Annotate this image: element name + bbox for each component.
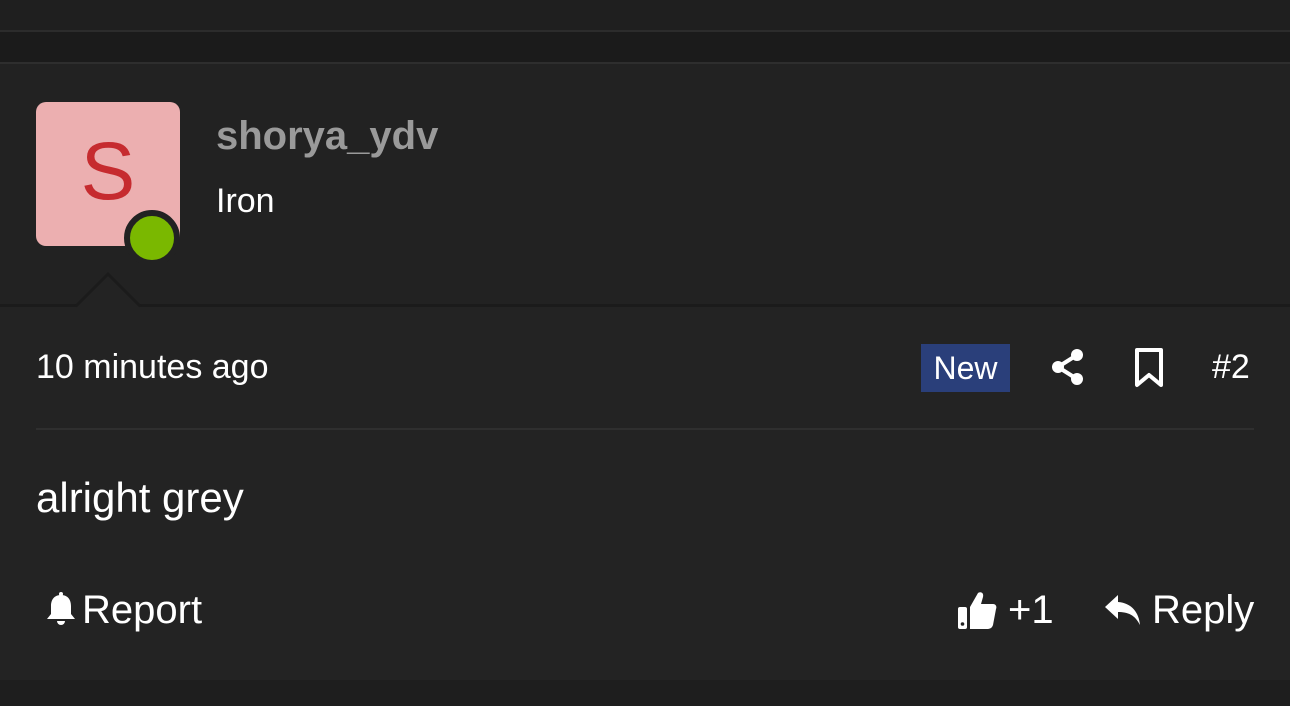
reply-button[interactable]: Reply xyxy=(1104,586,1254,634)
divider xyxy=(36,428,1254,430)
bottom-strip xyxy=(0,680,1290,706)
thumbs-up-icon xyxy=(958,592,997,629)
post-author-header: S shorya_ydv Iron xyxy=(0,64,1290,307)
reply-arrow-icon xyxy=(1105,595,1140,625)
username-link[interactable]: shorya_ydv xyxy=(216,114,438,159)
post-meta-row: 10 minutes ago New #2 xyxy=(0,342,1290,394)
bell-icon xyxy=(47,592,75,625)
share-icon[interactable] xyxy=(1050,348,1086,386)
post-card: S shorya_ydv Iron 10 minutes ago New #2 … xyxy=(0,62,1290,682)
new-badge: New xyxy=(921,344,1010,392)
report-button[interactable]: Report xyxy=(44,586,202,634)
post-timestamp[interactable]: 10 minutes ago xyxy=(36,348,269,387)
post-content: alright grey xyxy=(36,474,244,521)
bookmark-icon[interactable] xyxy=(1134,348,1164,388)
report-label: Report xyxy=(82,587,203,632)
online-status-icon xyxy=(124,210,180,266)
post-actions: Report +1 Reply xyxy=(0,582,1290,638)
post-number-link[interactable]: #2 xyxy=(1212,348,1250,387)
reply-label: Reply xyxy=(1152,587,1255,632)
top-strip xyxy=(0,0,1290,32)
header-caret-inner xyxy=(76,276,140,308)
user-rank-title: Iron xyxy=(216,182,275,220)
gap-strip xyxy=(0,32,1290,62)
like-button[interactable]: +1 xyxy=(956,586,1054,634)
like-count: +1 xyxy=(1008,587,1054,632)
avatar-letter: S xyxy=(80,126,136,217)
